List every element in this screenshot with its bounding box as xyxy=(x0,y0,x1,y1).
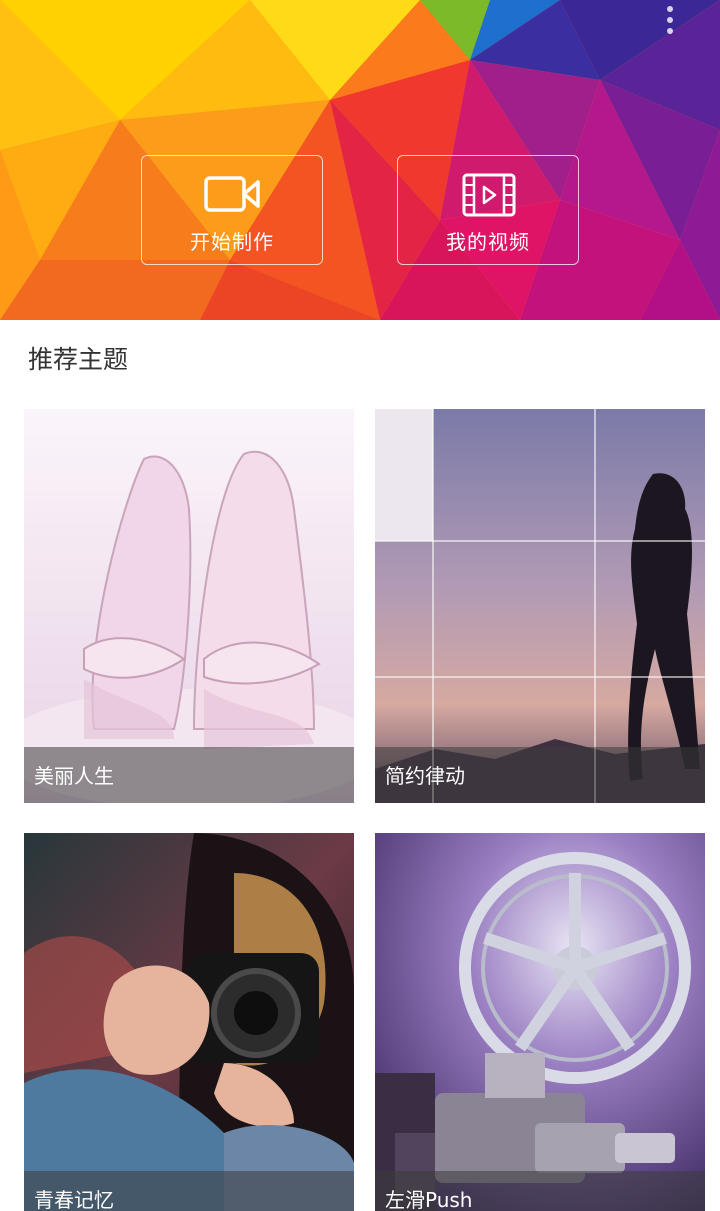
start-making-button[interactable]: 开始制作 xyxy=(141,155,323,265)
dot xyxy=(667,17,673,23)
dot xyxy=(667,6,673,12)
theme-image-shoes xyxy=(24,409,354,803)
caption-bar: 美丽人生 xyxy=(24,747,354,803)
header-banner: 开始制作 我的视频 xyxy=(0,0,720,320)
section-title: 推荐主题 xyxy=(28,345,129,374)
my-videos-label: 我的视频 xyxy=(446,230,530,254)
caption-bar: 简约律动 xyxy=(375,747,705,803)
theme-card-4[interactable]: 左滑Push xyxy=(375,833,705,1211)
theme-label: 左滑Push xyxy=(385,1188,473,1211)
theme-image-camera-girl xyxy=(24,833,354,1211)
dot xyxy=(667,28,673,34)
polygon-background xyxy=(0,0,720,320)
theme-label: 青春记忆 xyxy=(34,1188,114,1211)
my-videos-button[interactable]: 我的视频 xyxy=(397,155,579,265)
theme-image-silhouette xyxy=(375,409,705,803)
theme-label: 简约律动 xyxy=(385,764,465,788)
caption-bar: 左滑Push xyxy=(375,1171,705,1211)
caption-bar: 青春记忆 xyxy=(24,1171,354,1211)
start-making-label: 开始制作 xyxy=(190,230,274,254)
theme-card-1[interactable]: 美丽人生 xyxy=(24,409,354,803)
theme-image-projector xyxy=(375,833,705,1211)
theme-card-3[interactable]: 青春记忆 xyxy=(24,833,354,1211)
video-camera-icon xyxy=(204,176,260,212)
theme-label: 美丽人生 xyxy=(34,764,114,788)
theme-card-2[interactable]: 简约律动 xyxy=(375,409,705,803)
film-play-icon xyxy=(462,173,516,217)
more-vertical-icon[interactable] xyxy=(660,6,680,40)
